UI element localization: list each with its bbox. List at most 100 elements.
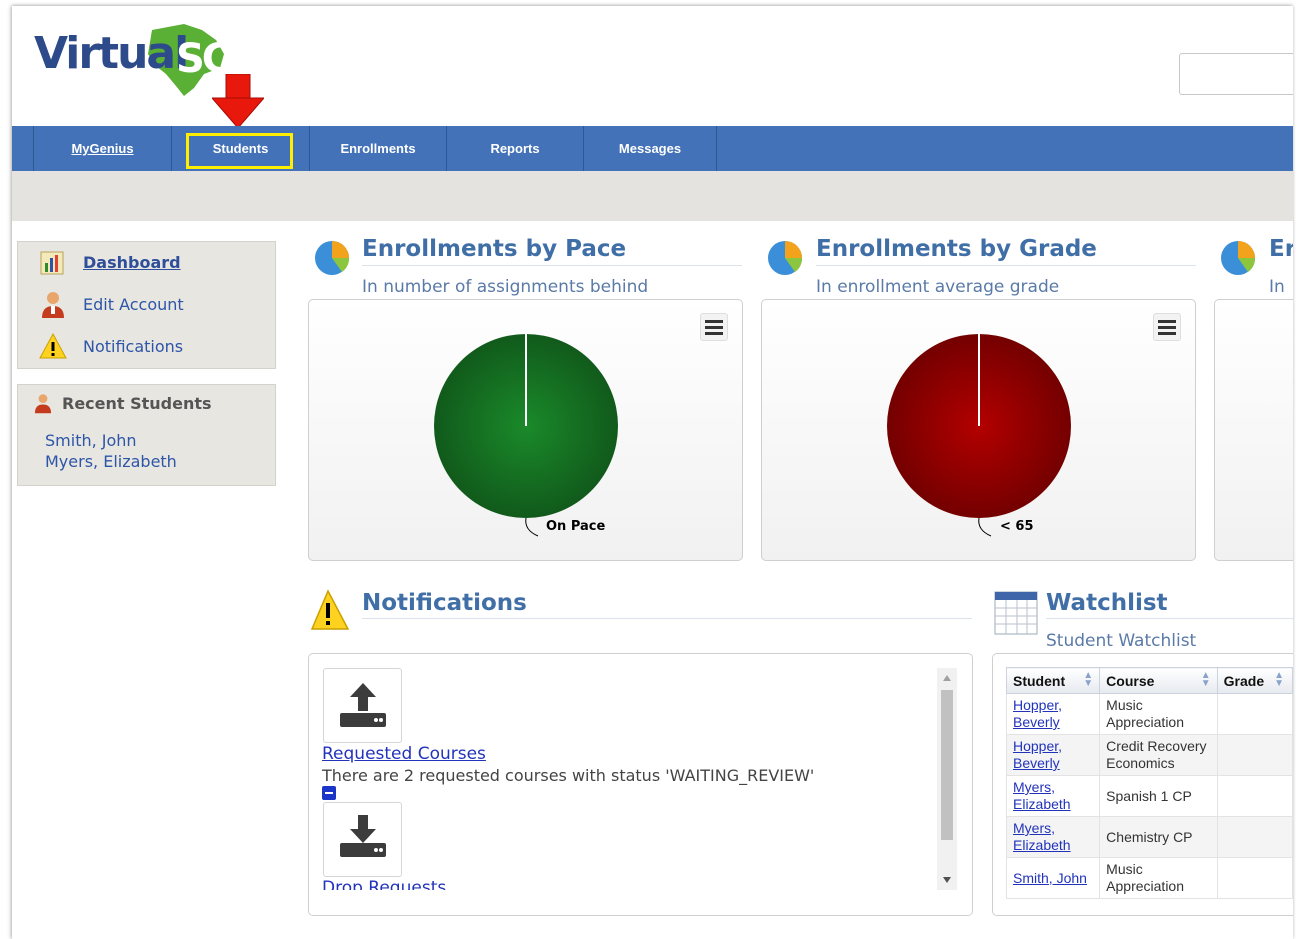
student-cell[interactable]: Hopper, Beverly xyxy=(1005,693,1101,735)
sort-icon[interactable]: ▲ ▼ xyxy=(1201,671,1211,689)
sidebar-item-notifications[interactable]: Notifications xyxy=(38,331,183,361)
nav-messages[interactable]: Messages xyxy=(583,126,717,171)
column-header-course[interactable]: Course ▲ ▼ xyxy=(1099,667,1218,694)
column-header-student[interactable]: Student ▲ ▼ xyxy=(1005,667,1101,694)
grade-widget-subtitle: In enrollment average grade xyxy=(816,277,1060,297)
table-row: Hopper, Beverly Music Appreciation xyxy=(1005,693,1293,735)
grade-pie-chart[interactable] xyxy=(762,300,1197,562)
grade-cell xyxy=(1216,857,1293,899)
scroll-down-icon[interactable] xyxy=(942,876,952,884)
warning-icon xyxy=(310,589,350,630)
student-cell[interactable]: Hopper, Beverly xyxy=(1005,734,1101,776)
pace-widget-subtitle: In number of assignments behind xyxy=(362,277,649,297)
sidebar-item-label: Dashboard xyxy=(83,252,181,272)
scrollbar-thumb[interactable] xyxy=(941,690,953,840)
download-icon xyxy=(340,815,386,857)
third-widget-title: Er xyxy=(1269,236,1293,262)
watchlist-title: Watchlist xyxy=(1046,590,1168,616)
pie-slice-label: < 65 xyxy=(1000,519,1034,534)
sidebar-item-edit-account[interactable]: Edit Account xyxy=(38,289,184,319)
table-row: Smith, John Music Appreciation xyxy=(1005,857,1293,899)
table-row: Myers, Elizabeth Spanish 1 CP xyxy=(1005,775,1293,817)
sidebar-menu: Dashboard Edit Account Notifications xyxy=(17,241,276,369)
student-link[interactable]: Myers, Elizabeth xyxy=(1013,820,1071,853)
title-rule xyxy=(816,265,1196,266)
label-connector xyxy=(525,517,539,537)
grade-cell xyxy=(1216,775,1293,817)
course-cell: Spanish 1 CP xyxy=(1099,775,1218,817)
red-arrow-indicator xyxy=(212,74,264,129)
sidebar-item-label: Edit Account xyxy=(83,294,184,314)
course-cell: Music Appreciation xyxy=(1099,857,1218,899)
sort-icon[interactable]: ▲ ▼ xyxy=(1083,671,1093,689)
title-rule xyxy=(362,265,742,266)
grade-cell xyxy=(1216,734,1293,776)
scroll-up-icon[interactable] xyxy=(942,674,952,682)
grade-cell xyxy=(1216,816,1293,858)
sub-toolbar xyxy=(12,171,1293,221)
title-rule xyxy=(362,618,972,619)
student-cell[interactable]: Smith, John xyxy=(1005,857,1101,899)
virtualsc-logo[interactable]: Virtual SC xyxy=(34,16,234,98)
grade-cell xyxy=(1216,693,1293,735)
notifications-scrollbar[interactable] xyxy=(937,668,957,890)
nav-students[interactable]: Students xyxy=(171,126,309,171)
sort-icon[interactable]: ▲ ▼ xyxy=(1274,671,1284,689)
panel-bottom-pad xyxy=(309,890,972,915)
notification-item-icon-box[interactable] xyxy=(323,668,402,743)
collapse-icon[interactable] xyxy=(322,786,336,800)
chart-book-icon xyxy=(38,247,68,277)
pace-chart-panel: On Pace xyxy=(308,299,743,561)
recent-students-title: Recent Students xyxy=(62,393,212,413)
grade-chart-panel: < 65 xyxy=(761,299,1196,561)
nav-enrollments[interactable]: Enrollments xyxy=(309,126,446,171)
student-link[interactable]: Smith, John xyxy=(1013,870,1087,886)
student-cell[interactable]: Myers, Elizabeth xyxy=(1005,816,1101,858)
table-row: Hopper, Beverly Credit Recovery Economic… xyxy=(1005,734,1293,776)
recent-students-panel: Recent Students Smith, John Myers, Eliza… xyxy=(17,384,276,486)
recent-student-link[interactable]: Smith, John xyxy=(45,431,137,450)
column-header-label: Grade xyxy=(1223,672,1265,689)
user-icon xyxy=(34,394,52,414)
pie-chart-icon xyxy=(315,241,350,275)
page-frame: Virtual SC MyGenius Students Enrollments… xyxy=(12,6,1293,939)
student-link[interactable]: Hopper, Beverly xyxy=(1013,738,1062,771)
svg-text:Virtual: Virtual xyxy=(34,28,187,79)
student-link[interactable]: Myers, Elizabeth xyxy=(1013,779,1071,812)
nav-reports[interactable]: Reports xyxy=(446,126,583,171)
notification-message: There are 2 requested courses with statu… xyxy=(322,766,815,785)
student-link[interactable]: Hopper, Beverly xyxy=(1013,697,1062,730)
student-cell[interactable]: Myers, Elizabeth xyxy=(1005,775,1101,817)
user-icon xyxy=(38,289,68,319)
main-nav: MyGenius Students Enrollments Reports Me… xyxy=(12,126,1293,171)
search-input[interactable] xyxy=(1179,53,1293,95)
course-cell: Chemistry CP xyxy=(1099,816,1218,858)
notifications-title: Notifications xyxy=(362,590,527,616)
recent-student-link[interactable]: Myers, Elizabeth xyxy=(45,452,177,471)
requested-courses-link[interactable]: Requested Courses xyxy=(322,744,486,764)
logo-graphic: Virtual SC xyxy=(34,24,232,96)
third-widget-subtitle: In xyxy=(1269,277,1285,297)
watchlist-table: Student ▲ ▼ Course ▲ ▼ Grade ▲ ▼ Hopper, Bever… xyxy=(1005,667,1293,899)
sidebar-item-label: Notifications xyxy=(83,336,184,356)
course-cell: Credit Recovery Economics xyxy=(1099,734,1218,776)
column-header-label: Course xyxy=(1106,672,1155,689)
grade-widget-title: Enrollments by Grade xyxy=(816,236,1097,262)
pie-chart-icon xyxy=(1221,241,1256,275)
pie-slice-label: On Pace xyxy=(546,519,606,534)
pace-pie-chart[interactable] xyxy=(309,300,744,562)
pace-widget-title: Enrollments by Pace xyxy=(362,236,627,262)
column-header-label: Student xyxy=(1013,672,1066,689)
table-icon xyxy=(994,591,1038,635)
notification-item-icon-box[interactable] xyxy=(323,802,402,877)
warning-icon xyxy=(38,331,68,361)
column-header-grade[interactable]: Grade ▲ ▼ xyxy=(1216,667,1293,694)
title-rule xyxy=(1046,618,1293,619)
sidebar-item-dashboard[interactable]: Dashboard xyxy=(38,247,181,277)
pie-chart-icon xyxy=(768,241,803,275)
watchlist-subtitle: Student Watchlist xyxy=(1046,631,1197,651)
third-chart-panel xyxy=(1214,299,1293,561)
label-connector xyxy=(978,517,992,537)
upload-icon xyxy=(340,683,386,727)
nav-mygenius[interactable]: MyGenius xyxy=(33,126,171,171)
